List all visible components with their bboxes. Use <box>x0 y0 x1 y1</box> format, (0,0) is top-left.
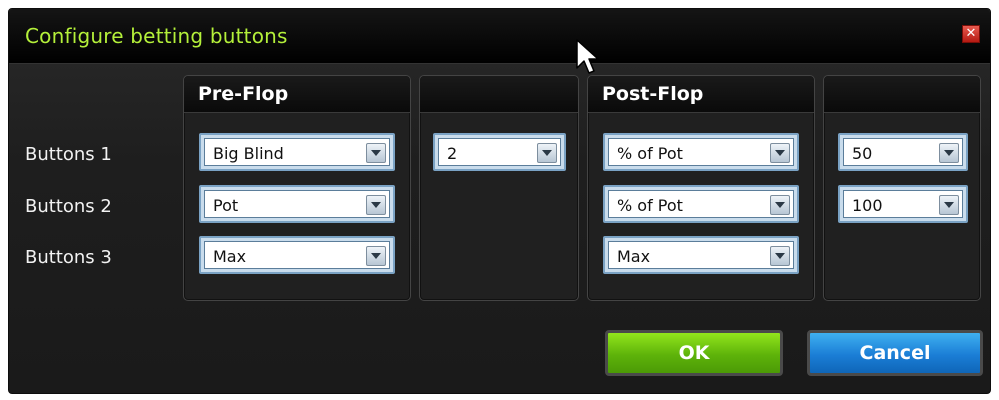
chevron-down-icon[interactable] <box>366 195 386 215</box>
select-value: Max <box>617 247 651 266</box>
pre-flop-title: Pre-Flop <box>198 83 289 105</box>
close-button[interactable]: ✕ <box>962 25 980 43</box>
pre-flop-button-2-type-select[interactable]: Pot <box>199 185 395 223</box>
dialog-title: Configure betting buttons <box>25 24 288 48</box>
pre-flop-amount-panel: 2 <box>419 75 579 301</box>
select-value: 100 <box>852 196 883 215</box>
select-value: Pot <box>213 196 239 215</box>
post-flop-amount-header <box>824 76 980 113</box>
chevron-down-icon[interactable] <box>939 143 959 163</box>
close-icon: ✕ <box>965 26 977 41</box>
chevron-down-icon[interactable] <box>770 246 790 266</box>
pre-flop-button-1-amount-select[interactable]: 2 <box>433 133 566 171</box>
row-label-buttons-2: Buttons 2 <box>25 196 112 217</box>
row-label-buttons-1: Buttons 1 <box>25 144 112 165</box>
select-value: Max <box>213 247 247 266</box>
post-flop-panel: Post-Flop % of Pot % of Pot Max <box>587 75 815 301</box>
post-flop-button-3-type-select[interactable]: Max <box>603 236 799 274</box>
post-flop-button-1-amount-select[interactable]: 50 <box>838 133 968 171</box>
post-flop-button-2-amount-select[interactable]: 100 <box>838 185 968 223</box>
post-flop-button-1-type-select[interactable]: % of Pot <box>603 133 799 171</box>
select-value: 2 <box>447 144 458 163</box>
post-flop-button-2-type-select[interactable]: % of Pot <box>603 185 799 223</box>
configure-betting-dialog: Configure betting buttons ✕ Buttons 1 Bu… <box>8 8 991 394</box>
select-value: % of Pot <box>617 144 683 163</box>
chevron-down-icon[interactable] <box>770 195 790 215</box>
chevron-down-icon[interactable] <box>537 143 557 163</box>
select-value: % of Pot <box>617 196 683 215</box>
title-bar: Configure betting buttons ✕ <box>9 9 990 64</box>
chevron-down-icon[interactable] <box>366 246 386 266</box>
ok-button[interactable]: OK <box>605 330 783 376</box>
pre-flop-panel: Pre-Flop Big Blind Pot Max <box>183 75 411 301</box>
cancel-button[interactable]: Cancel <box>807 330 983 376</box>
row-label-buttons-3: Buttons 3 <box>25 247 112 268</box>
chevron-down-icon[interactable] <box>939 195 959 215</box>
post-flop-amount-panel: 50 100 <box>823 75 981 301</box>
select-value: 50 <box>852 144 873 163</box>
post-flop-title: Post-Flop <box>602 83 704 105</box>
post-flop-header: Post-Flop <box>588 76 814 113</box>
pre-flop-button-1-type-select[interactable]: Big Blind <box>199 133 395 171</box>
select-value: Big Blind <box>213 144 284 163</box>
pre-flop-amount-header <box>420 76 578 113</box>
chevron-down-icon[interactable] <box>366 143 386 163</box>
mouse-cursor-icon <box>576 39 599 74</box>
pre-flop-header: Pre-Flop <box>184 76 410 113</box>
pre-flop-button-3-type-select[interactable]: Max <box>199 236 395 274</box>
chevron-down-icon[interactable] <box>770 143 790 163</box>
